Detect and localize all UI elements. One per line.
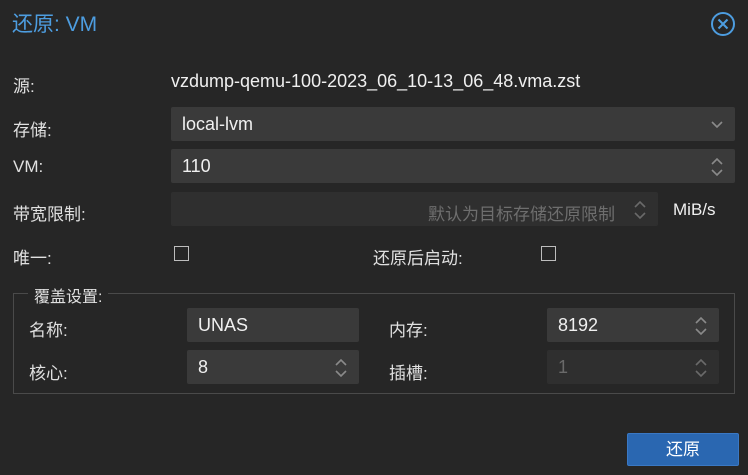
unique-label: 唯一: <box>13 249 52 268</box>
storage-select-value: local-lvm <box>182 114 254 134</box>
close-icon[interactable] <box>710 11 736 37</box>
name-input[interactable]: UNAS <box>187 308 359 342</box>
cores-label: 核心: <box>29 364 68 383</box>
storage-select[interactable]: local-lvm <box>171 107 735 141</box>
vm-label: VM: <box>13 157 44 176</box>
name-input-value: UNAS <box>198 315 249 335</box>
bandwidth-unit: MiB/s <box>673 200 716 219</box>
unique-checkbox[interactable] <box>174 246 189 261</box>
memory-value: 8192 <box>558 315 599 335</box>
start-after-restore-checkbox[interactable] <box>541 246 556 261</box>
memory-spinner[interactable]: 8192 <box>547 308 719 342</box>
sockets-value: 1 <box>558 357 569 377</box>
bandwidth-label: 带宽限制: <box>13 205 86 224</box>
storage-label: 存储: <box>13 121 52 140</box>
spinner-arrows-icon[interactable] <box>692 315 710 337</box>
source-label: 源: <box>13 77 35 96</box>
cores-spinner[interactable]: 8 <box>187 350 359 384</box>
dialog-title: 还原: VM <box>12 13 98 36</box>
cores-value: 8 <box>198 357 209 377</box>
sockets-label: 插槽: <box>389 364 428 383</box>
chevron-down-icon[interactable] <box>708 114 726 136</box>
override-settings-legend: 覆盖设置: <box>28 283 109 307</box>
start-after-restore-label: 还原后启动: <box>373 249 463 268</box>
memory-label: 内存: <box>389 321 428 340</box>
source-value: vzdump-qemu-100-2023_06_10-13_06_48.vma.… <box>171 71 581 91</box>
bandwidth-placeholder: 默认为目标存储还原限制 <box>428 205 615 224</box>
spinner-arrows-icon[interactable] <box>332 357 350 379</box>
spinner-arrows-icon[interactable] <box>692 357 710 379</box>
bandwidth-input[interactable]: 默认为目标存储还原限制 <box>171 192 658 226</box>
restore-button[interactable]: 还原 <box>627 433 739 466</box>
vm-id-spinner[interactable]: 110 <box>171 149 735 183</box>
dialog-titlebar: 还原: VM <box>0 0 748 48</box>
restore-dialog: 还原: VM 源: vzdump-qemu-100-2023_06_10-13_… <box>0 0 748 475</box>
spinner-arrows-icon[interactable] <box>631 199 649 221</box>
vm-id-value: 110 <box>182 156 211 176</box>
sockets-spinner[interactable]: 1 <box>547 350 719 384</box>
spinner-arrows-icon[interactable] <box>708 156 726 178</box>
name-label: 名称: <box>29 321 68 340</box>
